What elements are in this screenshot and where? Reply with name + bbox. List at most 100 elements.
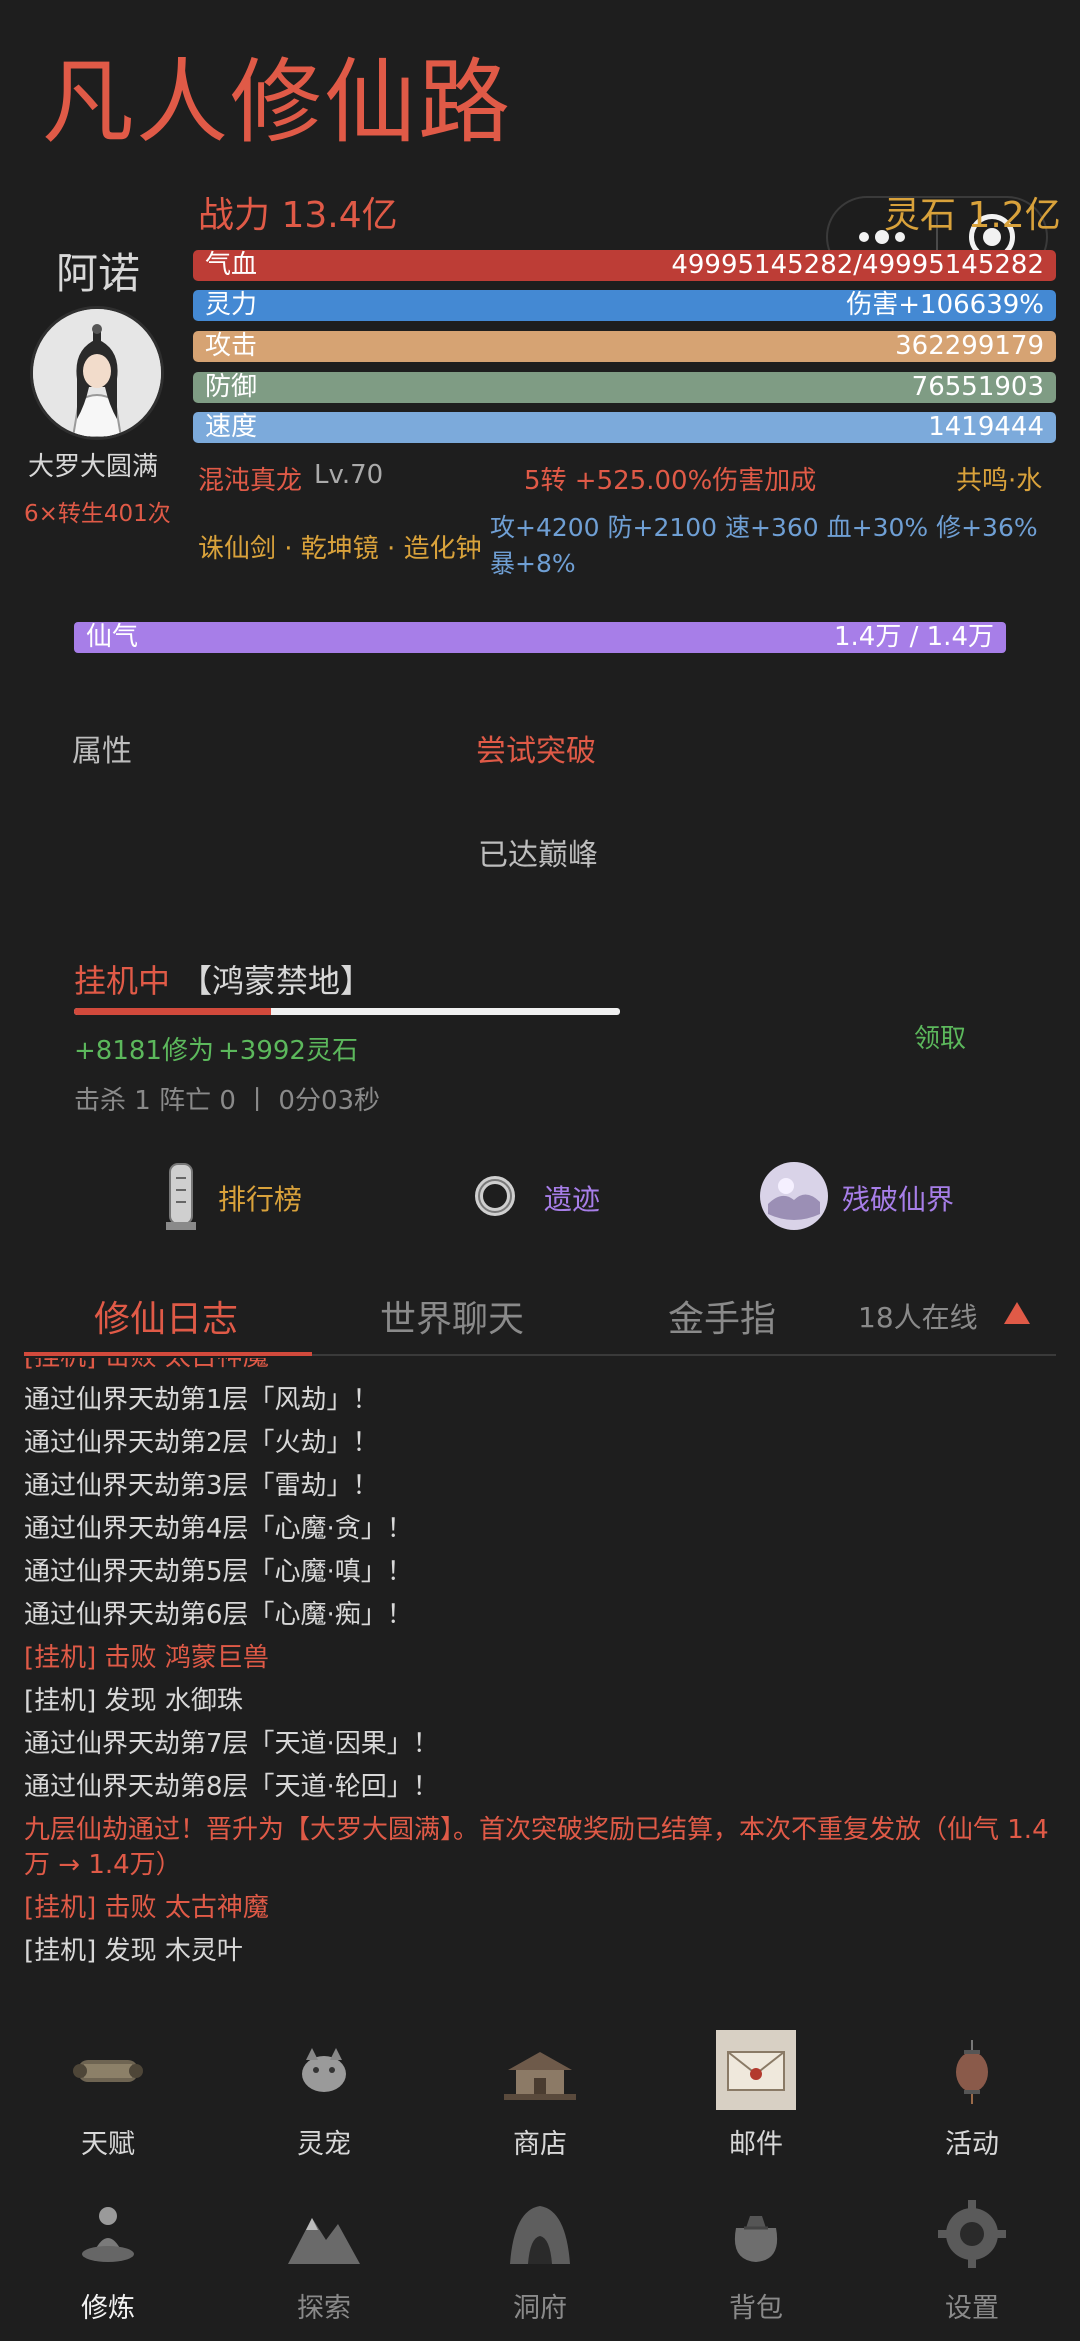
character-name: 阿诺 bbox=[56, 249, 141, 298]
battle-stats: 击杀 1 阵亡 0 丨 0分03秒 bbox=[74, 1086, 381, 1116]
online-count: 18人在线 bbox=[858, 1301, 978, 1334]
log-entry: [挂机] 击败 鸿蒙巨兽 bbox=[24, 1643, 269, 1673]
ruins-link[interactable]: 遗迹 bbox=[544, 1178, 600, 1218]
attack-bar: 攻击 362299179 bbox=[193, 331, 1056, 362]
hp-value: 4999514528​2/4999514528​2 bbox=[671, 250, 1044, 280]
tab-golden-finger[interactable]: 金手指 bbox=[668, 1290, 776, 1342]
pet-bonus: 5转 +525.00%伤害加成 bbox=[524, 466, 817, 496]
speed-value: 1419444 bbox=[928, 412, 1044, 442]
rebirth-count: 6×转生401次 bbox=[24, 501, 171, 527]
nav-shop[interactable]: 商店 bbox=[470, 2030, 610, 2161]
log-entry: 通过仙界天劫第6层「心魔·痴」！ bbox=[24, 1600, 413, 1630]
nav-cultivate-label: 修炼 bbox=[81, 2293, 135, 2324]
gear-icon bbox=[932, 2194, 1012, 2274]
mail-icon bbox=[716, 2030, 796, 2110]
stele-icon[interactable] bbox=[148, 1160, 214, 1232]
pet-name[interactable]: 混沌真龙 bbox=[198, 460, 302, 497]
lantern-icon bbox=[932, 2030, 1012, 2110]
log-entry: [挂机] 击败 太古神魔 bbox=[24, 1893, 269, 1923]
nav-events[interactable]: 活动 bbox=[902, 2030, 1042, 2161]
nav-bag[interactable]: 背包 bbox=[686, 2194, 826, 2325]
scroll-icon bbox=[68, 2030, 148, 2110]
log-list: [挂机] 击败 太古神魔通过仙界天劫第1层「风劫」！通过仙界天劫第2层「火劫」！… bbox=[24, 1358, 1064, 1973]
collapse-arrow-icon[interactable] bbox=[1004, 1302, 1030, 1324]
nav-talent[interactable]: 天赋 bbox=[38, 2030, 178, 2161]
combat-power: 战力 13.4亿 bbox=[198, 195, 398, 236]
spirit-stone-count: 灵石 1.2亿 bbox=[884, 195, 1061, 236]
claim-button[interactable]: 领取 bbox=[914, 1018, 966, 1055]
nav-explore[interactable]: 探索 bbox=[254, 2194, 394, 2325]
log-entry: [挂机] 击败 太古神魔 bbox=[24, 1358, 1064, 1379]
log-entry: 通过仙界天劫第8层「天道·轮回」！ bbox=[24, 1772, 439, 1802]
bag-icon bbox=[716, 2194, 796, 2274]
log-entry: [挂机] 发现 木灵叶 bbox=[24, 1936, 243, 1966]
defense-label: 防御 bbox=[205, 372, 258, 402]
broken-realm-icon[interactable] bbox=[758, 1160, 828, 1232]
cultivation-status: 已达巅峰 bbox=[478, 838, 598, 873]
idle-location[interactable]: 【鸿蒙禁地】 bbox=[180, 956, 372, 1002]
ring-icon[interactable] bbox=[462, 1160, 528, 1232]
immortal-qi-bar: 仙气 1.4万 / 1.4万 bbox=[74, 622, 1006, 653]
nav-shop-label: 商店 bbox=[513, 2129, 567, 2160]
qi-label: 仙气 bbox=[86, 622, 139, 652]
spirit-power-value: 伤害+106639% bbox=[846, 290, 1044, 320]
pet-icon bbox=[284, 2030, 364, 2110]
nav-talent-label: 天赋 bbox=[81, 2129, 135, 2160]
attributes-button[interactable]: 属性 bbox=[72, 726, 132, 770]
nav-cave-label: 洞府 bbox=[513, 2293, 567, 2324]
nav-pet-label: 灵宠 bbox=[297, 2129, 351, 2160]
tab-cultivation-log[interactable]: 修仙日志 bbox=[94, 1290, 238, 1342]
idle-progress-fill bbox=[74, 1008, 271, 1015]
log-entry: 通过仙界天劫第7层「天道·因果」！ bbox=[24, 1729, 439, 1759]
active-tab-indicator bbox=[24, 1352, 312, 1356]
mountain-icon bbox=[284, 2194, 364, 2274]
idle-status: 挂机中 bbox=[74, 962, 171, 1000]
idle-progress-bar bbox=[74, 1008, 620, 1015]
log-entry: 通过仙界天劫第1层「风劫」！ bbox=[24, 1385, 379, 1415]
speed-label: 速度 bbox=[205, 412, 258, 442]
pet-level: Lv.70 bbox=[314, 460, 384, 490]
log-entry: [挂机] 发现 水御珠 bbox=[24, 1686, 243, 1716]
nav-settings[interactable]: 设置 bbox=[902, 2194, 1042, 2325]
spirit-power-bar: 灵力 伤害+106639% bbox=[193, 290, 1056, 321]
nav-mail[interactable]: 邮件 bbox=[686, 2030, 826, 2161]
nav-settings-label: 设置 bbox=[945, 2293, 999, 2324]
shop-icon bbox=[500, 2030, 580, 2110]
hp-label: 气血 bbox=[205, 250, 258, 280]
xiuwei-gain: +8181修为 bbox=[74, 1036, 214, 1066]
qi-value: 1.4万 / 1.4万 bbox=[834, 622, 994, 652]
spirit-power-label: 灵力 bbox=[205, 290, 258, 320]
defense-value: 76551903 bbox=[911, 372, 1044, 402]
meditate-icon bbox=[68, 2194, 148, 2274]
treasure-stats: 攻+4200 防+2100 速+360 血+30% 修+36% 暴+8% bbox=[490, 513, 1038, 578]
cave-icon bbox=[500, 2194, 580, 2274]
nav-mail-label: 邮件 bbox=[729, 2129, 783, 2160]
nav-explore-label: 探索 bbox=[297, 2293, 351, 2324]
breakthrough-button[interactable]: 尝试突破 bbox=[476, 726, 596, 770]
nav-events-label: 活动 bbox=[945, 2129, 999, 2160]
resonance-element: 共鸣·水 bbox=[956, 466, 1043, 496]
avatar[interactable] bbox=[30, 306, 164, 440]
defense-bar: 防御 76551903 bbox=[193, 372, 1056, 403]
tab-world-chat[interactable]: 世界聊天 bbox=[380, 1290, 524, 1342]
log-entry: 九层仙劫通过！晋升为【大罗大圆满】。首次突破奖励已结算，本次不重复发放（仙气 1… bbox=[24, 1815, 1049, 1880]
speed-bar: 速度 1419444 bbox=[193, 412, 1056, 443]
log-panel[interactable]: [挂机] 击败 太古神魔通过仙界天劫第1层「风劫」！通过仙界天劫第2层「火劫」！… bbox=[24, 1358, 1064, 1990]
log-entry: 通过仙界天劫第4层「心魔·贪」！ bbox=[24, 1514, 413, 1544]
app-title: 凡人修仙路 bbox=[42, 49, 513, 156]
character-realm: 大罗大圆满 bbox=[28, 452, 159, 482]
log-entry: 通过仙界天劫第2层「火劫」！ bbox=[24, 1428, 379, 1458]
leaderboard-link[interactable]: 排行榜 bbox=[218, 1178, 302, 1218]
nav-cave[interactable]: 洞府 bbox=[470, 2194, 610, 2325]
nav-pet[interactable]: 灵宠 bbox=[254, 2030, 394, 2161]
treasure-list[interactable]: 诛仙剑 · 乾坤镜 · 造化钟 bbox=[198, 528, 482, 565]
log-entry: 通过仙界天劫第3层「雷劫」！ bbox=[24, 1471, 379, 1501]
stone-gain: +3992灵石 bbox=[218, 1036, 358, 1066]
log-entry: 通过仙界天劫第5层「心魔·嗔」！ bbox=[24, 1557, 413, 1587]
attack-value: 362299179 bbox=[895, 331, 1044, 361]
hp-bar: 气血 4999514528​2/4999514528​2 bbox=[193, 250, 1056, 281]
nav-cultivate[interactable]: 修炼 bbox=[38, 2194, 178, 2325]
cultivator-portrait-icon bbox=[33, 309, 161, 437]
broken-realm-link[interactable]: 残破仙界 bbox=[842, 1178, 954, 1218]
nav-bag-label: 背包 bbox=[729, 2293, 783, 2324]
